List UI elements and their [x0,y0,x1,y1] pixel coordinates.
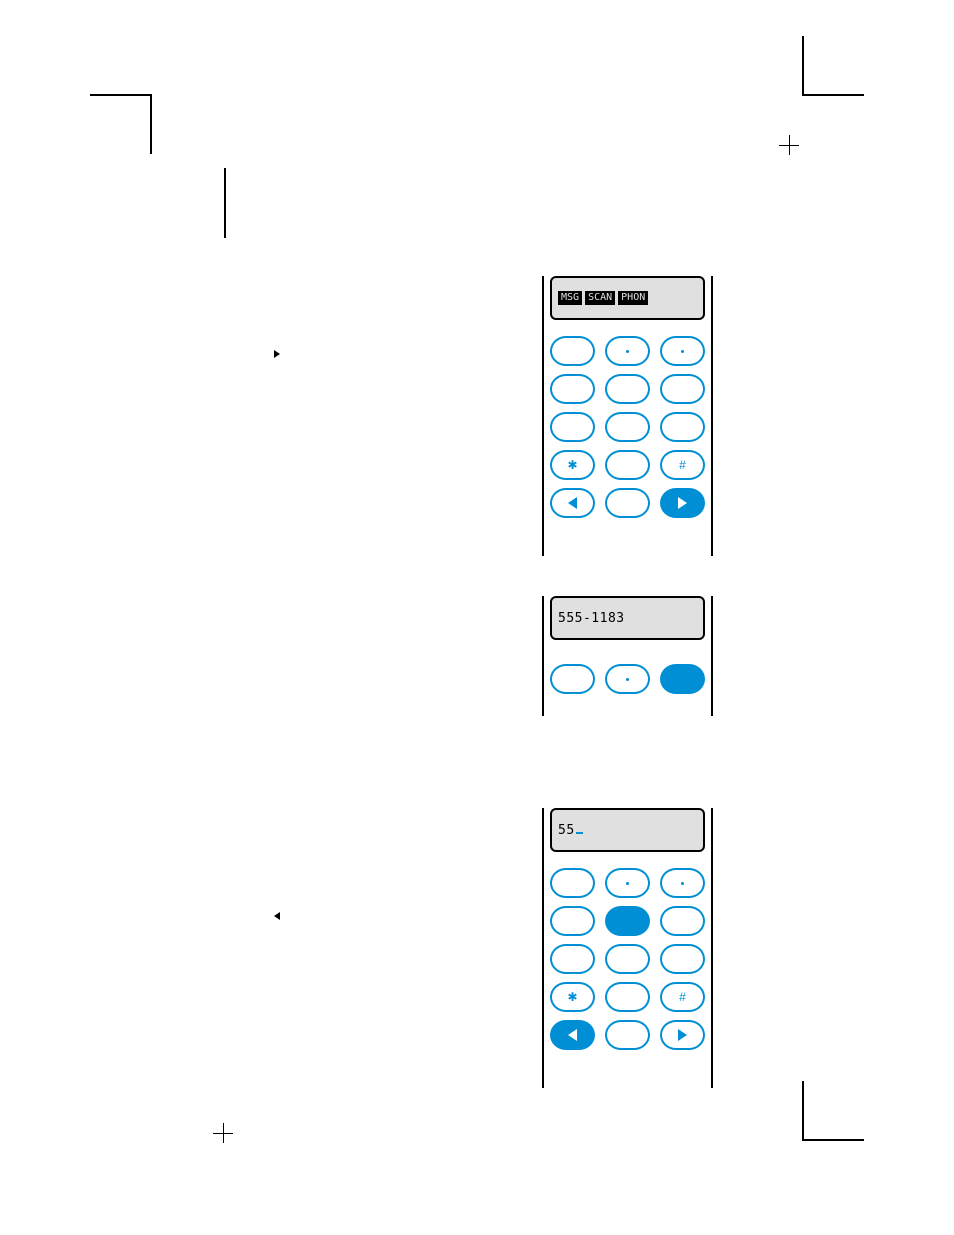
key-8[interactable] [605,944,650,974]
lcd-tab-msg: MSG [558,291,582,305]
key-4[interactable] [550,374,595,404]
keypad: ✱ # [550,868,705,1050]
softkey-1[interactable] [550,664,595,694]
lcd-display: MSG SCAN PHON [550,276,705,320]
frame-rail [542,276,544,556]
crop-mark [802,36,804,96]
lcd-tab-scan: SCAN [585,291,615,305]
key-6[interactable] [660,906,705,936]
crop-mark [802,1081,804,1141]
key-star[interactable]: ✱ [550,450,595,480]
key-hash[interactable]: # [660,982,705,1012]
softkey-3[interactable] [660,664,705,694]
lcd-display: 55 [550,808,705,852]
key-9[interactable] [660,412,705,442]
softkey-2[interactable] [605,664,650,694]
key-star[interactable]: ✱ [550,982,595,1012]
key-0[interactable] [605,450,650,480]
key-7[interactable] [550,944,595,974]
lcd-tab-phon: PHON [618,291,648,305]
key-8[interactable] [605,412,650,442]
key-7[interactable] [550,412,595,442]
phone-diagram-3: 55 ✱ # [550,808,705,1088]
crop-mark [150,94,152,154]
key-2[interactable] [605,868,650,898]
key-hash[interactable]: # [660,450,705,480]
key-3[interactable] [660,868,705,898]
key-2[interactable] [605,336,650,366]
crop-mark [224,168,226,238]
lcd-text: 555-1183 [558,611,625,626]
key-5[interactable] [605,906,650,936]
crop-mark [804,94,864,96]
lcd-display: 555-1183 [550,596,705,640]
softkey-row [550,664,705,694]
key-0[interactable] [605,982,650,1012]
key-1[interactable] [550,868,595,898]
frame-rail [542,596,544,716]
keypad: ✱ # [550,336,705,518]
key-left[interactable] [550,1020,595,1050]
key-left[interactable] [550,488,595,518]
key-menu[interactable] [605,1020,650,1050]
key-9[interactable] [660,944,705,974]
cursor-icon [576,832,583,834]
crop-mark [804,1139,864,1141]
key-right[interactable] [660,488,705,518]
frame-rail [711,808,713,1088]
arrow-right-icon [274,350,280,358]
lcd-text: 55 [558,823,583,838]
key-5[interactable] [605,374,650,404]
key-4[interactable] [550,906,595,936]
key-3[interactable] [660,336,705,366]
frame-rail [542,808,544,1088]
key-1[interactable] [550,336,595,366]
phone-diagram-2: 555-1183 [550,596,705,716]
phone-diagram-1: MSG SCAN PHON ✱ # [550,276,705,556]
frame-rail [711,596,713,716]
key-6[interactable] [660,374,705,404]
arrow-left-icon [274,912,280,920]
crop-mark [90,94,150,96]
key-menu[interactable] [605,488,650,518]
key-right[interactable] [660,1020,705,1050]
frame-rail [711,276,713,556]
